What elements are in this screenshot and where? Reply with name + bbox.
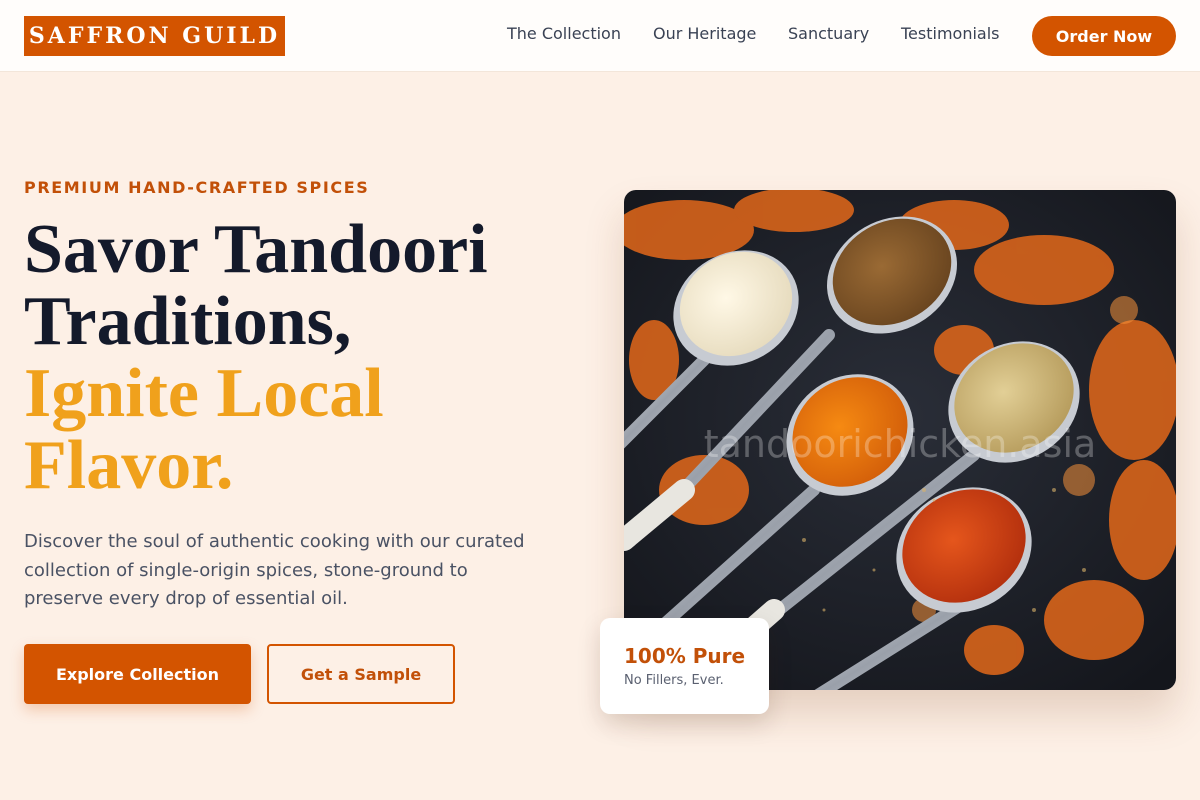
hero-description: Discover the soul of authentic cooking w…: [24, 531, 525, 609]
hero-spice-image: tandoorichicken.asia: [624, 190, 1176, 690]
image-watermark: tandoorichicken.asia: [703, 422, 1097, 466]
nav-link-collection[interactable]: The Collection: [507, 24, 621, 43]
nav-link-heritage[interactable]: Our Heritage: [653, 24, 756, 43]
nav-link-sanctuary[interactable]: Sanctuary: [788, 24, 869, 43]
badge-title: 100% Pure: [624, 644, 746, 668]
headline-line-1: Savor Tandoori: [24, 211, 488, 288]
headline-line-2: Traditions,: [24, 283, 352, 360]
explore-collection-button[interactable]: Explore Collection: [24, 644, 251, 704]
logo[interactable]: SAFFRON GUILD: [24, 16, 285, 56]
hero-eyebrow: PREMIUM HAND-CRAFTED SPICES: [24, 178, 370, 197]
nav-link-testimonials[interactable]: Testimonials: [901, 24, 1000, 43]
headline-accent-1: Ignite Local: [24, 355, 384, 432]
hero-headline: Savor Tandoori Traditions, Ignite Local …: [24, 214, 584, 502]
badge-subtitle: No Fillers, Ever.: [624, 673, 724, 688]
order-now-button[interactable]: Order Now: [1032, 16, 1176, 56]
headline-accent-2: Flavor.: [24, 427, 234, 504]
get-sample-button[interactable]: Get a Sample: [267, 644, 455, 704]
site-header: SAFFRON GUILD The Collection Our Heritag…: [0, 0, 1200, 72]
purity-badge: 100% Pure No Fillers, Ever.: [600, 618, 769, 714]
